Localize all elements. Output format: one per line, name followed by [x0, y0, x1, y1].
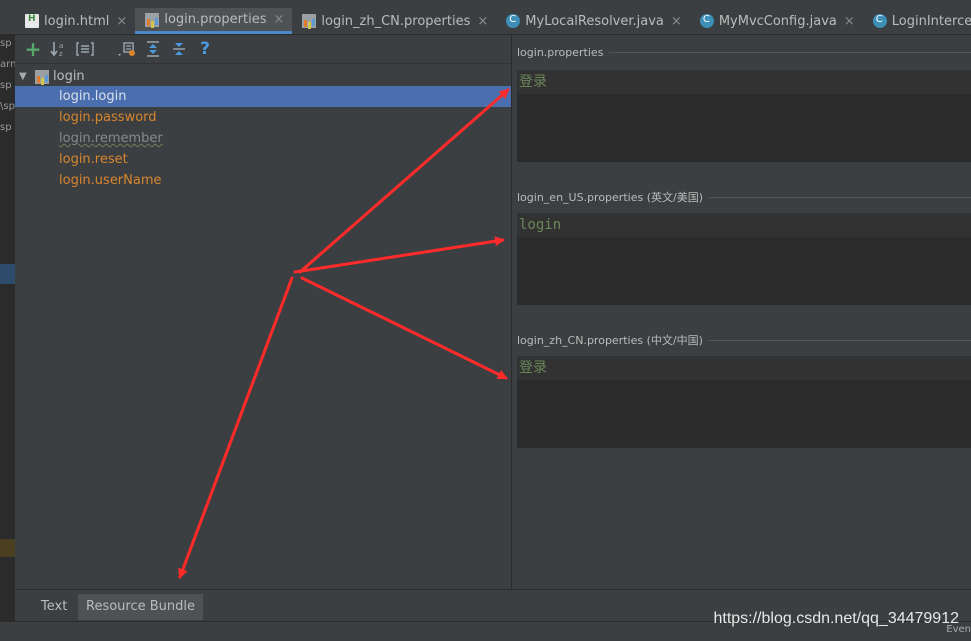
expand-all-icon[interactable]: [143, 39, 163, 59]
value-text[interactable]: 登录: [517, 70, 971, 94]
tab-label: MyLocalResolver.java: [525, 13, 664, 29]
tab-text[interactable]: Text: [33, 594, 75, 620]
tree-root-login[interactable]: ▼ login: [15, 66, 511, 87]
property-tree: ▼ login login.login login.password login…: [15, 63, 511, 590]
editor-tab-bar: login.html × login.properties × login_zh…: [15, 8, 971, 35]
tab-label: LoginInterceptor.java: [891, 13, 971, 29]
help-icon[interactable]: ?: [195, 39, 215, 59]
tree-item-login-password[interactable]: login.password: [15, 107, 511, 128]
property-values-panel: login.properties 登录 login_en_US.properti…: [512, 35, 971, 589]
html-file-icon: [25, 14, 39, 28]
section-title-text: login_zh_CN.properties (中文/中国): [517, 334, 703, 347]
gutter-text: sp: [0, 80, 12, 91]
settings-dropdown-icon[interactable]: [117, 39, 137, 59]
watermark: https://blog.csdn.net/qq_34479912: [713, 610, 959, 627]
group-by-prefix-icon[interactable]: [75, 39, 95, 59]
tab-login-zh-cn-properties[interactable]: login_zh_CN.properties ×: [292, 8, 496, 34]
tab-label: MyMvcConfig.java: [718, 13, 837, 29]
sort-alphabetically-icon[interactable]: az: [49, 39, 69, 59]
collapse-all-icon[interactable]: [169, 39, 189, 59]
properties-file-icon: [35, 69, 49, 84]
java-class-icon: [506, 14, 521, 28]
tab-label: login.html: [44, 13, 110, 29]
gutter-highlight: [0, 539, 15, 557]
gutter-text: \sp: [0, 101, 15, 112]
gutter-text: arn: [0, 59, 15, 70]
left-gutter: sp arn sp \sp sp: [0, 34, 15, 640]
gutter-highlight: [0, 264, 15, 284]
tree-root-label: login: [53, 69, 85, 84]
close-icon[interactable]: ×: [116, 14, 127, 29]
tab-label: login_zh_CN.properties: [321, 13, 471, 29]
java-class-icon: [699, 14, 714, 28]
svg-text:a: a: [59, 42, 63, 50]
value-text[interactable]: 登录: [517, 356, 971, 380]
resource-bundle-toolbar: + az ?: [15, 35, 511, 63]
tree-item-login-login[interactable]: login.login: [15, 86, 511, 107]
section-title-default: login.properties: [517, 46, 971, 59]
properties-file-icon: [302, 14, 317, 28]
close-icon[interactable]: ×: [671, 14, 682, 29]
properties-file-icon: [145, 12, 160, 27]
section-title-text: login.properties: [517, 46, 604, 59]
tab-login-html[interactable]: login.html ×: [15, 8, 135, 34]
tab-label: login.properties: [164, 12, 267, 27]
gutter-text: sp: [0, 122, 12, 133]
value-editor-zh-cn[interactable]: 登录: [517, 356, 971, 448]
tab-logininterceptor[interactable]: LoginInterceptor.java ×: [863, 8, 971, 34]
tab-login-properties[interactable]: login.properties ×: [135, 8, 293, 34]
close-icon[interactable]: ×: [273, 12, 284, 27]
top-strip: [0, 0, 971, 8]
tree-item-login-remember[interactable]: login.remember: [15, 128, 511, 149]
section-title-zh-cn: login_zh_CN.properties (中文/中国): [517, 332, 971, 348]
add-property-icon[interactable]: +: [23, 37, 43, 61]
expand-arrow-icon[interactable]: ▼: [19, 71, 35, 82]
tree-item-login-username[interactable]: login.userName: [15, 170, 511, 191]
event-log-label[interactable]: Even: [946, 624, 971, 635]
value-editor-en-us[interactable]: login: [517, 213, 971, 305]
tab-mylocalresolver[interactable]: MyLocalResolver.java ×: [496, 8, 690, 34]
section-title-en-us: login_en_US.properties (英文/美国): [517, 189, 971, 205]
close-icon[interactable]: ×: [477, 14, 488, 29]
value-editor-default[interactable]: 登录: [517, 70, 971, 162]
tab-mymvcconfig[interactable]: MyMvcConfig.java ×: [690, 8, 863, 34]
gutter-text: sp: [0, 38, 12, 49]
value-text[interactable]: login: [517, 213, 971, 237]
java-class-icon: [872, 14, 887, 28]
tab-resource-bundle[interactable]: Resource Bundle: [78, 594, 204, 620]
tree-item-login-reset[interactable]: login.reset: [15, 149, 511, 170]
section-title-text: login_en_US.properties (英文/美国): [517, 191, 703, 204]
svg-text:z: z: [59, 50, 63, 58]
close-icon[interactable]: ×: [844, 14, 855, 29]
